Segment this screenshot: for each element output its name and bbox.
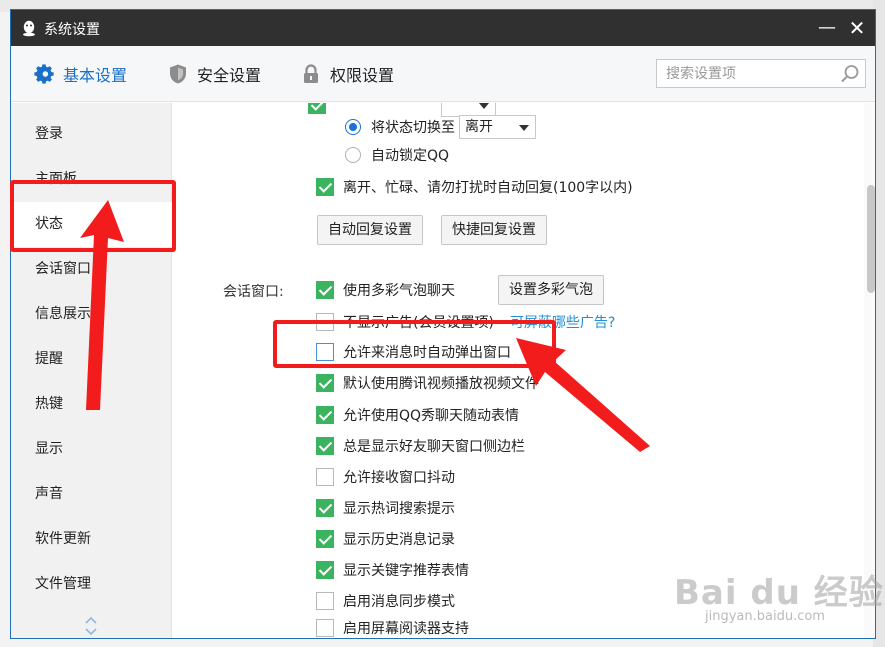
chat-option-row: 启用屏幕阅读器支持 [316,616,469,638]
chevron-down-icon[interactable] [84,626,98,638]
sidebar-item-login[interactable]: 登录 [11,112,172,157]
chevron-down-icon [519,125,529,131]
option-label: 启用屏幕阅读器支持 [343,621,469,637]
sidebar-item-software-update[interactable]: 软件更新 [11,517,172,562]
sidebar-item-chat-window[interactable]: 会话窗口 [11,247,172,292]
gear-icon [34,64,54,84]
status-dropdown-value: 离开 [465,119,493,135]
option-label: 允许接收窗口抖动 [343,470,455,486]
auto-lock-radio[interactable] [345,147,361,163]
tab-permission-label: 权限设置 [330,66,395,85]
chat-option-row: 允许使用QQ秀聊天随动表情 [316,403,519,427]
sidebar-item-file-management[interactable]: 文件管理 [11,562,172,607]
option-label: 默认使用腾讯视频播放视频文件 [343,376,539,392]
status-dropdown[interactable]: 离开 [459,115,536,139]
auto-lock-row: 自动锁定QQ [345,143,449,167]
watermark-logo: Bai du 经验 [674,573,884,613]
tab-permission-settings[interactable]: 权限设置 [300,46,394,102]
title-bar: 系统设置 — ✕ [11,10,875,46]
option-checkbox[interactable] [316,437,334,455]
settings-search [656,59,866,88]
chat-option-row: 允许接收窗口抖动 [316,465,455,489]
tab-basic-settings[interactable]: 基本设置 [33,46,127,102]
qq-logo-icon [23,20,35,37]
chat-option-row: 使用多彩气泡聊天 [316,278,455,302]
settings-content: 将状态切换至 离开 自动锁定QQ 离开、忙碌、请勿打扰时自动回复(100字以内)… [173,103,875,638]
close-button[interactable]: ✕ [845,16,869,40]
lock-icon [304,64,318,83]
option-checkbox[interactable] [316,530,334,548]
option-label: 显示关键字推荐表情 [343,563,469,579]
search-icon[interactable] [839,63,861,85]
watermark-url: jingyan.baidu.com [705,609,825,624]
content-scrollbar[interactable] [864,103,875,638]
sidebar-item-sound[interactable]: 声音 [11,472,172,517]
auto-reply-checkbox[interactable] [316,178,334,196]
window-title: 系统设置 [44,22,100,38]
chat-option-row: 启用消息同步模式 [316,589,455,613]
option-checkbox[interactable] [316,281,334,299]
minimize-button[interactable]: — [815,16,839,40]
auto-reply-label: 离开、忙碌、请勿打扰时自动回复(100字以内) [343,180,633,196]
sidebar-item-display[interactable]: 显示 [11,427,172,472]
tab-security-settings[interactable]: 安全设置 [167,46,261,102]
bubble-settings-button[interactable]: 设置多彩气泡 [498,275,604,305]
option-checkbox[interactable] [316,374,334,392]
option-checkbox[interactable] [316,619,334,637]
option-label: 启用消息同步模式 [343,594,455,610]
annotation-box-status [10,180,176,252]
option-label: 允许使用QQ秀聊天随动表情 [343,408,520,424]
option-checkbox[interactable] [316,561,334,579]
sidebar-item-info-display[interactable]: 信息展示 [11,292,172,337]
sidebar-item-hotkey[interactable]: 热键 [11,382,172,427]
search-input[interactable] [657,60,835,87]
shield-icon [170,64,186,84]
chat-option-row: 默认使用腾讯视频播放视频文件 [316,371,539,395]
quick-reply-settings-button[interactable]: 快捷回复设置 [441,215,547,245]
option-checkbox[interactable] [316,499,334,517]
switch-status-row: 将状态切换至 离开 [345,115,536,139]
switch-status-label: 将状态切换至 [371,120,455,136]
chat-option-row: 显示历史消息记录 [316,527,455,551]
option-checkbox[interactable] [316,468,334,486]
chat-option-row: 显示热词搜索提示 [316,496,455,520]
chat-option-row: 总是显示好友聊天窗口侧边栏 [316,434,525,458]
auto-reply-settings-button[interactable]: 自动回复设置 [317,215,423,245]
partial-checkbox[interactable] [308,103,326,114]
sidebar-item-reminder[interactable]: 提醒 [11,337,172,382]
tab-security-label: 安全设置 [197,66,262,85]
switch-status-radio[interactable] [345,119,361,135]
tab-bar: 基本设置 安全设置 权限设置 [11,46,875,102]
chat-section-label: 会话窗口: [223,284,284,300]
option-label: 总是显示好友聊天窗口侧边栏 [343,439,525,455]
option-checkbox[interactable] [316,406,334,424]
option-label: 使用多彩气泡聊天 [343,283,455,299]
option-checkbox[interactable] [316,592,334,610]
tab-basic-label: 基本设置 [63,66,128,85]
auto-reply-row: 离开、忙碌、请勿打扰时自动回复(100字以内) [316,175,633,199]
chevron-up-icon[interactable] [84,614,98,626]
chat-option-row: 显示关键字推荐表情 [316,558,469,582]
auto-lock-label: 自动锁定QQ [371,148,450,164]
option-label: 显示历史消息记录 [343,532,455,548]
option-label: 显示热词搜索提示 [343,501,455,517]
annotation-box-auto-popup [273,320,556,368]
scrollbar-thumb[interactable] [867,185,875,293]
